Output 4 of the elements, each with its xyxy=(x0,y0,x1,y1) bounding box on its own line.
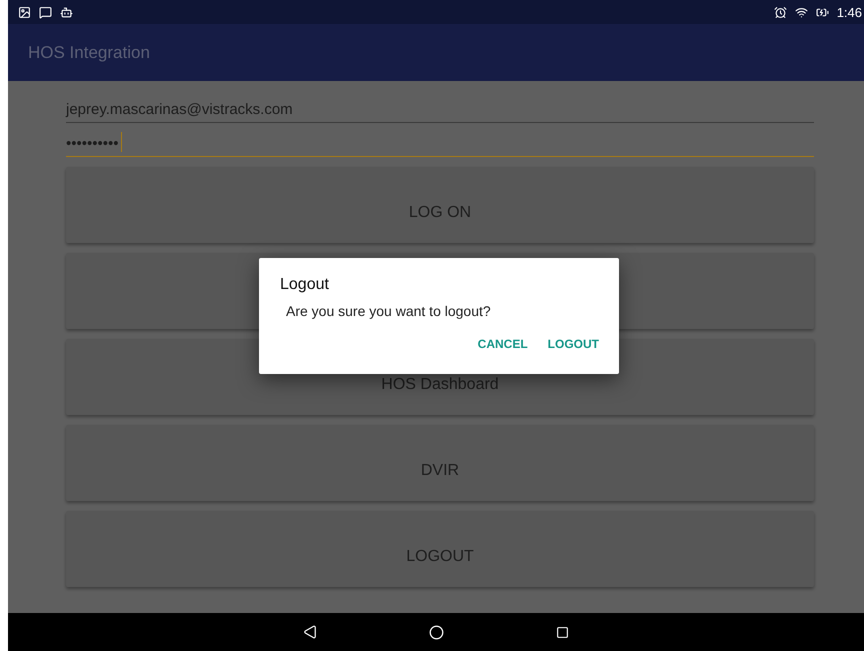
clock-time: 1:46 xyxy=(836,4,863,20)
dialog-title: Logout xyxy=(280,276,330,294)
dialog-message: Are you sure you want to logout? xyxy=(286,303,492,319)
app-title: HOS Integration xyxy=(28,42,150,62)
